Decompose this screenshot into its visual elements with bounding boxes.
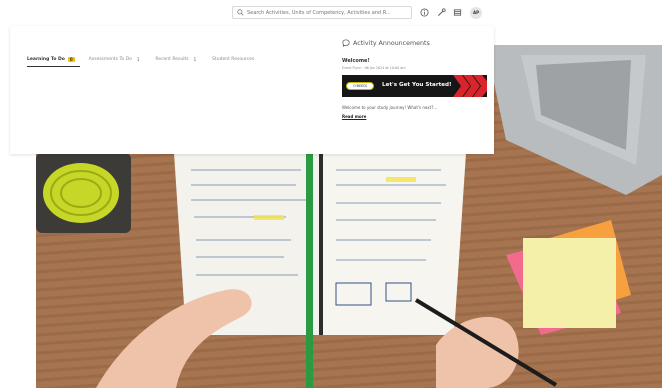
tab-recent-results[interactable]: Recent Results 1 — [155, 57, 198, 62]
tab-count-badge: 1 — [136, 56, 140, 62]
read-more-link[interactable]: Read more — [342, 114, 366, 119]
activity-announcements: Activity Announcements Welcome! Event Fl… — [342, 38, 487, 119]
tools-icon[interactable] — [437, 8, 446, 17]
tab-assessments-to-do[interactable]: Assessments To Do 1 — [89, 57, 142, 62]
dashboard-panel: Learning To Do 0 Assessments To Do 1 Rec… — [10, 26, 494, 154]
announcement-meta: Event Flynn · 06 Jan 2024 at 10:00 am — [342, 66, 406, 70]
announcements-header: Activity Announcements — [342, 38, 487, 48]
tab-count-badge: 1 — [193, 56, 197, 62]
search-box[interactable] — [232, 6, 412, 19]
announcement-heading: Welcome! — [342, 58, 370, 64]
get-started-banner[interactable]: O'BEEDI Let's Get You Started! — [342, 75, 487, 97]
chat-bubble-icon — [342, 39, 350, 47]
inbox-icon[interactable] — [453, 8, 462, 17]
tab-label: Student Resources — [212, 56, 255, 62]
search-input[interactable] — [247, 7, 409, 18]
active-tab-indicator — [27, 66, 80, 67]
tab-label: Learning To Do — [27, 56, 65, 62]
banner-text: Let's Get You Started! — [382, 82, 452, 88]
tab-count-badge: 0 — [67, 56, 75, 62]
announcement-body: Welcome to your study journey! What's ne… — [342, 105, 438, 110]
brand-pill: O'BEEDI — [346, 82, 374, 90]
info-icon[interactable] — [420, 8, 429, 17]
chevron-arrows-icon — [453, 75, 487, 97]
user-avatar[interactable]: AP — [470, 7, 482, 19]
tab-bar: Learning To Do 0 Assessments To Do 1 Rec… — [27, 54, 268, 64]
tab-student-resources[interactable]: Student Resources — [212, 57, 254, 62]
tab-learning-to-do[interactable]: Learning To Do 0 — [27, 56, 75, 62]
tab-label: Recent Results — [155, 56, 189, 62]
top-bar: AP — [0, 0, 662, 26]
tab-label: Assessments To Do — [88, 56, 132, 62]
announcements-title: Activity Announcements — [353, 39, 430, 47]
search-icon — [237, 9, 244, 16]
